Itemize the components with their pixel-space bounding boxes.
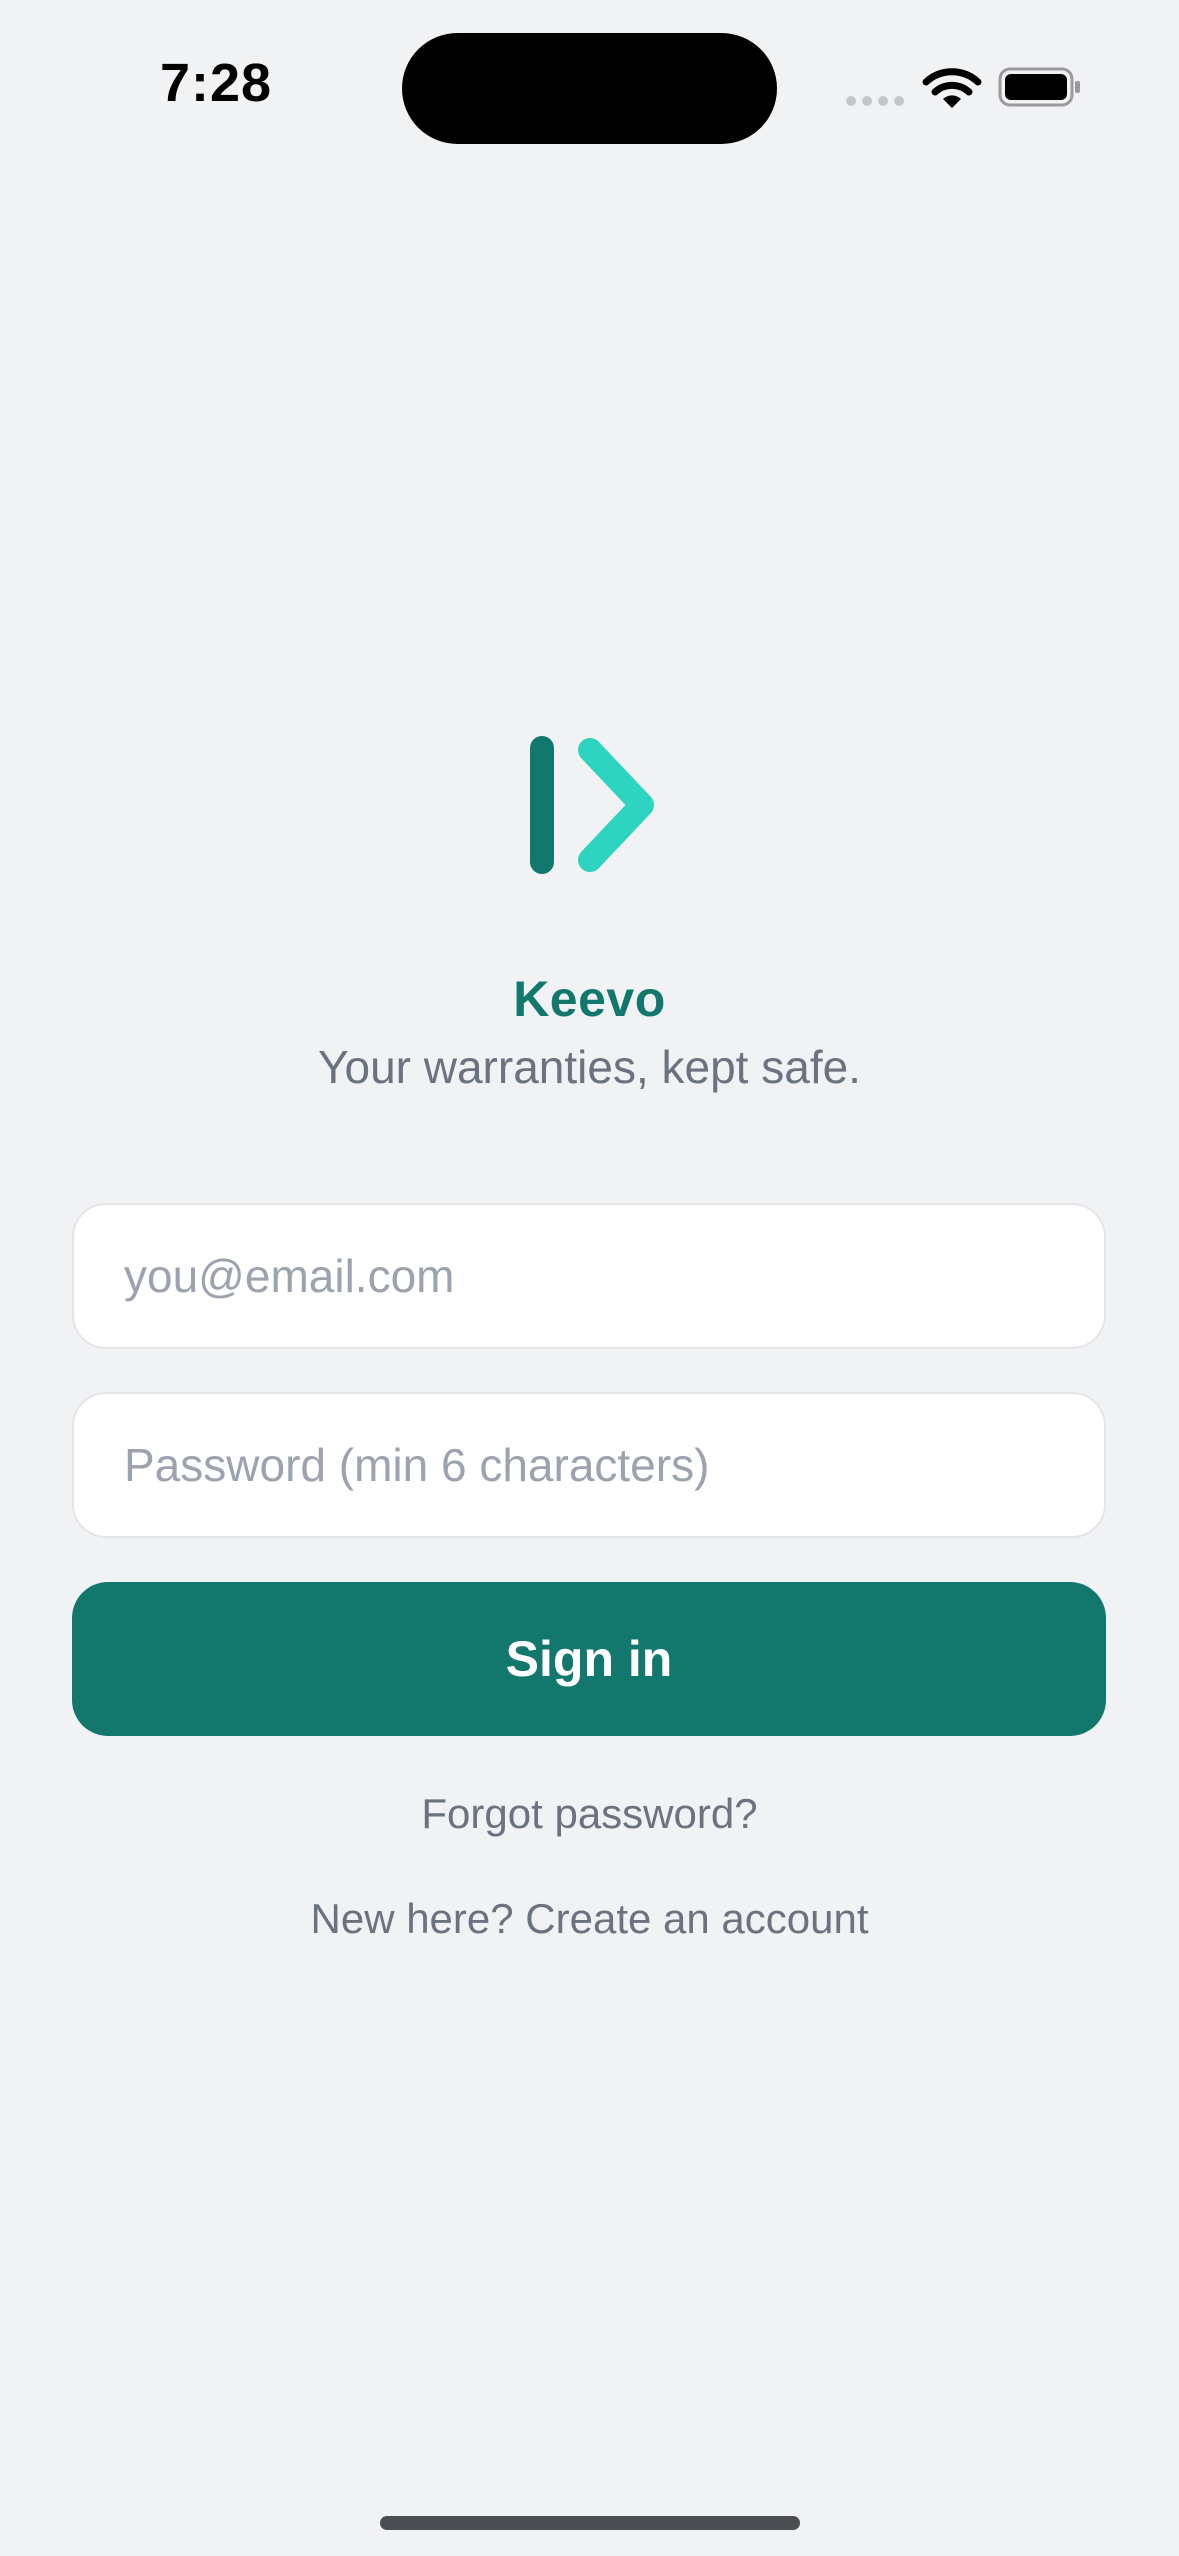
keevo-logo-icon — [530, 736, 654, 874]
email-field-container — [72, 1203, 1106, 1349]
password-input[interactable] — [74, 1394, 1104, 1536]
status-time: 7:28 — [160, 53, 273, 113]
battery-icon — [998, 67, 1080, 107]
cellular-signal-icon — [846, 96, 904, 106]
tagline: Your warranties, kept safe. — [318, 1041, 861, 1093]
email-input[interactable] — [74, 1205, 1104, 1347]
sign-in-button[interactable]: Sign in — [72, 1582, 1106, 1736]
wifi-icon — [922, 68, 982, 108]
home-indicator[interactable] — [380, 2516, 800, 2530]
password-field-container — [72, 1392, 1106, 1538]
brand-name: Keevo — [513, 971, 666, 1027]
status-bar: 7:28 — [0, 0, 1179, 170]
dynamic-island — [402, 33, 777, 144]
create-account-link[interactable]: New here? Create an account — [0, 1895, 1179, 1943]
forgot-password-link[interactable]: Forgot password? — [0, 1790, 1179, 1838]
